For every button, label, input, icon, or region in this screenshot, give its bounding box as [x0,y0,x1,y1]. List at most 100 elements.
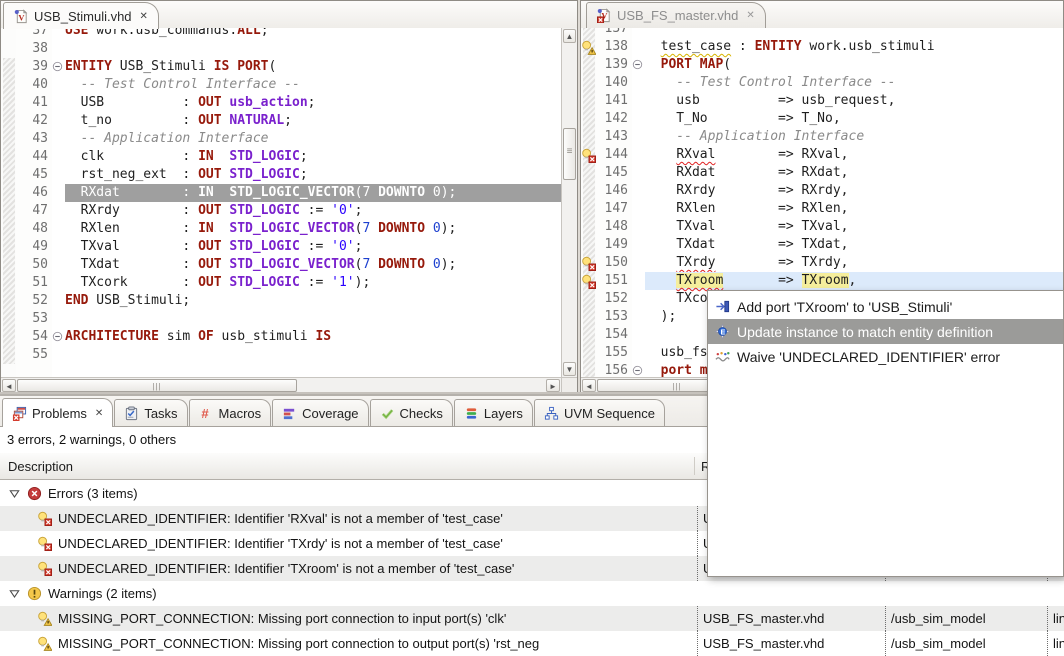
line-number[interactable]: 147 [596,200,628,218]
line-number[interactable]: 43 [16,130,48,148]
tab-usb-fs-master[interactable]: V USB_FS_master.vhd ✕ [586,2,766,28]
line-number[interactable]: 51 [16,274,48,292]
code-line[interactable]: -- Application Interface [65,130,561,148]
line-number[interactable]: 39 [16,58,48,76]
code-line[interactable]: RXlen : IN STD_LOGIC_VECTOR(7 DOWNTO 0); [65,220,561,238]
tab-usb-stimuli[interactable]: V USB_Stimuli.vhd ✕ [3,2,159,29]
fold-icon[interactable] [632,362,643,376]
line-number[interactable]: 47 [16,202,48,220]
line-number[interactable]: 45 [16,166,48,184]
line-number[interactable]: 42 [16,112,48,130]
line-number[interactable]: 48 [16,220,48,238]
code-line[interactable]: t_no : OUT NATURAL; [65,112,561,130]
fold-toggle[interactable] [632,362,645,377]
vertical-scrollbar[interactable]: ▲ ▼ [561,28,577,377]
code-line[interactable]: usb => usb_request, [645,92,1063,110]
code-line[interactable]: T_No => T_No, [645,110,1063,128]
fold-icon[interactable] [52,58,63,72]
code-line[interactable]: -- Test Control Interface -- [645,74,1063,92]
vertical-scroll-thumb[interactable] [563,128,576,180]
quickfix-item[interactable]: Add port 'TXroom' to 'USB_Stimuli' [708,294,1063,319]
line-number[interactable]: 38 [16,40,48,58]
line-number[interactable]: 154 [596,326,628,344]
scroll-left-icon[interactable]: ◄ [2,379,16,392]
line-number[interactable]: 143 [596,128,628,146]
problem-row[interactable]: MISSING_PORT_CONNECTION: Missing port co… [0,606,1064,631]
fold-ruler[interactable] [52,28,65,377]
panel-tab-tasks[interactable]: Tasks [114,399,187,426]
line-number[interactable]: 150 [596,254,628,272]
quickfix-item[interactable]: EUpdate instance to match entity definit… [708,319,1063,344]
line-number[interactable]: 52 [16,292,48,310]
line-number[interactable]: 145 [596,164,628,182]
line-number[interactable]: 149 [596,236,628,254]
fold-icon[interactable] [52,328,63,342]
line-number[interactable]: 151 [596,272,628,290]
horizontal-scrollbar[interactable]: ◄ ► [1,377,561,393]
tab-close-icon[interactable]: ✕ [746,10,754,21]
code-line[interactable]: RXlen => RXlen, [645,200,1063,218]
line-number[interactable]: 139 [596,56,628,74]
line-number[interactable]: 141 [596,92,628,110]
panel-tab-problems[interactable]: Problems✕ [2,398,113,427]
line-number[interactable]: 49 [16,238,48,256]
panel-tab-layers[interactable]: Layers [454,399,533,426]
line-number[interactable]: 148 [596,218,628,236]
problem-row[interactable]: MISSING_PORT_CONNECTION: Missing port co… [0,631,1064,656]
line-number[interactable]: 153 [596,308,628,326]
code-line[interactable] [645,28,1063,38]
code-area[interactable]: USE work.usb_commands.ALL; ENTITY USB_Sti… [65,28,561,377]
code-line[interactable]: RXrdy : OUT STD_LOGIC := '0'; [65,202,561,220]
error-marker-icon[interactable] [581,274,596,289]
code-line[interactable]: USB : OUT usb_action; [65,94,561,112]
line-number[interactable]: 146 [596,182,628,200]
code-line[interactable]: ARCHITECTURE sim OF usb_stimuli IS [65,328,561,346]
code-line[interactable]: rst_neg_ext : OUT STD_LOGIC; [65,166,561,184]
panel-tab-macros[interactable]: #Macros [189,399,272,426]
line-number[interactable]: 55 [16,346,48,364]
annotation-ruler[interactable] [1,28,16,377]
line-number[interactable]: 155 [596,344,628,362]
code-line[interactable]: END USB_Stimuli; [65,292,561,310]
tab-close-icon[interactable]: ✕ [95,408,103,419]
column-header-description[interactable]: Description [8,459,73,474]
line-number[interactable]: 46 [16,184,48,202]
line-number[interactable]: 152 [596,290,628,308]
fold-toggle[interactable] [52,58,65,76]
line-number[interactable]: 140 [596,74,628,92]
code-line[interactable]: ENTITY USB_Stimuli IS PORT( [65,58,561,76]
fold-ruler[interactable] [632,28,645,377]
code-line[interactable] [65,346,561,364]
line-number-ruler[interactable]: 1371381391401411421431441451461471481491… [596,28,632,377]
code-line[interactable]: TXval : OUT STD_LOGIC := '0'; [65,238,561,256]
code-line[interactable]: TXdat => TXdat, [645,236,1063,254]
code-line[interactable]: RXrdy => RXrdy, [645,182,1063,200]
line-number[interactable]: 40 [16,76,48,94]
line-number[interactable]: 144 [596,146,628,164]
code-line[interactable]: TXval => TXval, [645,218,1063,236]
code-line[interactable]: TXcork : OUT STD_LOGIC := '1'); [65,274,561,292]
line-number[interactable]: 44 [16,148,48,166]
code-line[interactable]: TXroom => TXroom, [645,272,1063,290]
code-line[interactable] [65,40,561,58]
code-line[interactable]: TXdat : OUT STD_LOGIC_VECTOR(7 DOWNTO 0)… [65,256,561,274]
line-number-ruler[interactable]: 37383940414243444546474849505152535455 [16,28,52,377]
code-line[interactable]: test_case : ENTITY work.usb_stimuli [645,38,1063,56]
quickfix-item[interactable]: Waive 'UNDECLARED_IDENTIFIER' error [708,344,1063,369]
scroll-left-icon[interactable]: ◄ [582,379,596,392]
code-line[interactable]: PORT MAP( [645,56,1063,74]
tab-close-icon[interactable]: ✕ [140,11,148,22]
panel-tab-checks[interactable]: Checks [370,399,453,426]
fold-toggle[interactable] [632,56,645,74]
line-number[interactable]: 137 [596,28,628,38]
annotation-ruler[interactable] [581,28,596,377]
fold-toggle[interactable] [52,328,65,346]
scroll-up-icon[interactable]: ▲ [563,29,576,43]
code-line[interactable]: USE work.usb_commands.ALL; [65,28,561,40]
panel-tab-uvm-sequence[interactable]: UVM Sequence [534,399,665,426]
problem-group-row[interactable]: Warnings (2 items) [0,581,1064,606]
line-number[interactable]: 54 [16,328,48,346]
horizontal-scroll-thumb[interactable] [17,379,297,392]
scroll-right-icon[interactable]: ► [546,379,560,392]
line-number[interactable]: 156 [596,362,628,377]
